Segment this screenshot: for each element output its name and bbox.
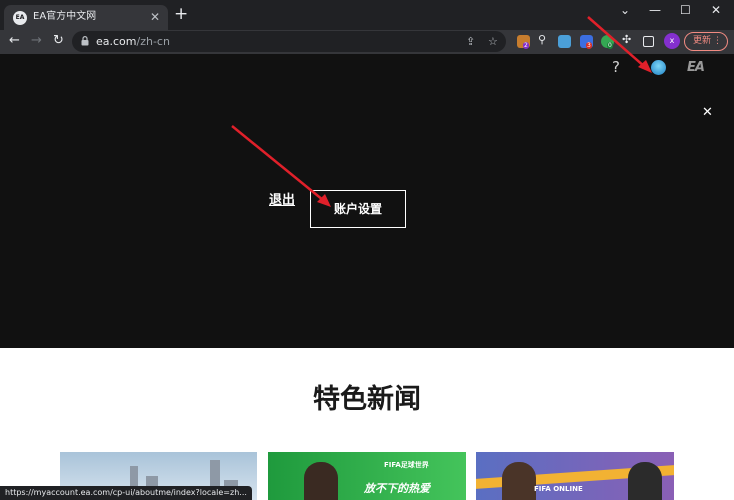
extension-badge: 0 <box>607 42 613 49</box>
card-person-image <box>628 462 662 500</box>
extension-puzzle-orange-icon[interactable]: 2 <box>517 35 530 49</box>
extension-grid-icon[interactable]: 3 <box>580 35 593 49</box>
featured-news-title: 特色新闻 <box>313 384 421 415</box>
window-close-icon[interactable]: ✕ <box>711 3 721 17</box>
news-card[interactable]: FIFA ONLINE <box>476 452 674 500</box>
extension-blue-icon[interactable] <box>558 35 571 48</box>
url-text: ea.com/zh-cn <box>96 34 170 49</box>
logout-link[interactable]: 退出 <box>269 193 295 209</box>
minimize-icon[interactable]: — <box>649 3 661 17</box>
account-menu-overlay: ? EA ✕ 退出 账户设置 <box>0 54 734 348</box>
lock-icon <box>81 36 89 46</box>
browser-tabstrip: EA EA官方中文网 ✕ + ⌄ — ☐ ✕ <box>0 0 734 30</box>
ea-page: ? EA ✕ 退出 账户设置 特色新闻 FIFA足球世界 放不下的热爱 FIFA… <box>0 54 734 500</box>
user-avatar-icon[interactable] <box>651 60 666 75</box>
profile-avatar[interactable]: x <box>664 33 680 49</box>
address-bar[interactable]: ea.com/zh-cn ⇪ ☆ <box>72 31 506 52</box>
tab-title: EA官方中文网 <box>33 11 97 22</box>
reload-icon[interactable]: ↻ <box>53 33 64 49</box>
maximize-icon[interactable]: ☐ <box>680 3 691 17</box>
browser-tab-ea[interactable]: EA EA官方中文网 ✕ <box>4 5 168 30</box>
url-host: ea.com <box>96 35 137 48</box>
card-person-image <box>304 462 338 500</box>
extension-cloud-icon[interactable]: 0 <box>601 35 614 49</box>
menu-kebab-icon[interactable]: ⋮ <box>713 33 722 50</box>
card-caption: 放不下的热爱 <box>364 482 430 495</box>
extension-badge: 3 <box>586 42 592 49</box>
card-person-image <box>502 462 536 500</box>
forward-arrow-icon[interactable]: → <box>31 33 42 49</box>
side-panel-icon[interactable] <box>643 36 654 47</box>
url-path: /zh-cn <box>136 35 170 48</box>
back-arrow-icon[interactable]: ← <box>9 33 20 49</box>
news-card[interactable]: FIFA足球世界 放不下的热爱 <box>268 452 466 500</box>
update-button-label: 更新 <box>693 36 712 46</box>
help-icon[interactable]: ? <box>612 58 620 76</box>
close-icon[interactable]: ✕ <box>702 106 713 120</box>
share-icon[interactable]: ⇪ <box>466 34 475 49</box>
close-icon[interactable]: ✕ <box>150 11 160 23</box>
card-logo: FIFA ONLINE <box>534 485 583 493</box>
tab-search-chevron-icon[interactable]: ⌄ <box>620 3 630 17</box>
extension-badge: 2 <box>523 42 529 49</box>
ea-logo[interactable]: EA <box>687 60 705 75</box>
update-button[interactable]: 更新 ⋮ <box>684 32 728 51</box>
search-extension-icon[interactable]: ⚲ <box>538 34 551 47</box>
bookmark-star-icon[interactable]: ☆ <box>488 34 498 49</box>
account-settings-button[interactable]: 账户设置 <box>310 190 406 228</box>
new-tab-plus-icon[interactable]: + <box>174 6 188 23</box>
ea-favicon-icon: EA <box>13 11 27 25</box>
browser-toolbar: ← → ↻ ea.com/zh-cn ⇪ ☆ 2 ⚲ 3 0 ✣ x 更新 ⋮ <box>0 30 734 54</box>
link-status-bar: https://myaccount.ea.com/cp-ui/aboutme/i… <box>0 486 252 500</box>
card-logo: FIFA足球世界 <box>384 461 429 469</box>
extensions-puzzle-icon[interactable]: ✣ <box>622 34 635 47</box>
